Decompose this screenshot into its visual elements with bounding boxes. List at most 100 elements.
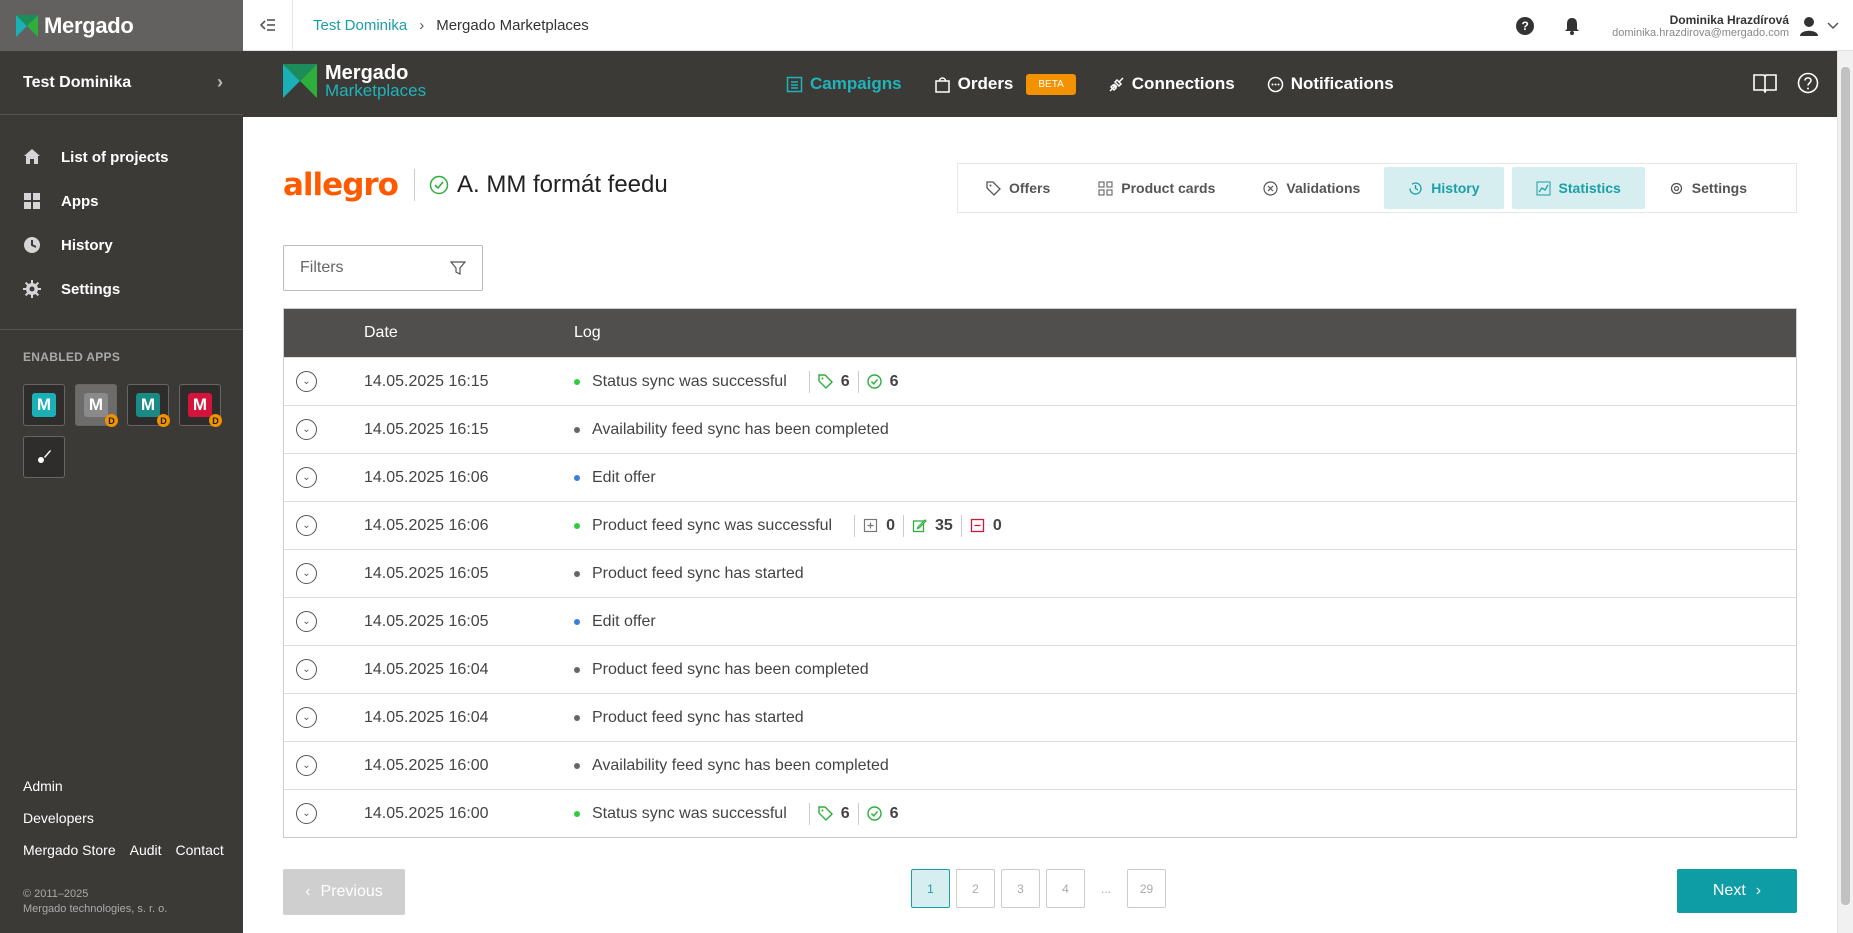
tab-statistics[interactable]: Statistics [1511, 167, 1645, 209]
nav-orders[interactable]: Orders BETA [934, 73, 1076, 95]
breadcrumb: Test Dominika › Mergado Marketplaces [313, 17, 589, 34]
tab-product-cards[interactable]: Product cards [1074, 167, 1239, 209]
table-row[interactable]: ⌄ 14.05.2025 16:05 Edit offer [284, 597, 1796, 645]
nav-notifications[interactable]: Notifications [1267, 74, 1394, 94]
table-row[interactable]: ⌄ 14.05.2025 16:06 Edit offer [284, 453, 1796, 501]
row-log: Product feed sync has started [574, 565, 804, 583]
expand-row-button[interactable]: ⌄ [284, 803, 364, 824]
tab-validations[interactable]: Validations [1239, 167, 1384, 209]
store-link[interactable]: Mergado Store [23, 842, 116, 874]
history-icon [24, 237, 40, 253]
help-circle-icon[interactable] [1797, 72, 1819, 94]
status-dot [574, 474, 580, 481]
help-icon[interactable]: ? [1516, 16, 1535, 35]
page-button[interactable]: 4 [1046, 869, 1085, 908]
edit-icon [912, 518, 927, 533]
developers-link[interactable]: Developers [23, 810, 94, 842]
expand-row-button[interactable]: ⌄ [284, 755, 364, 776]
app-tile-2[interactable]: M D [75, 384, 118, 427]
chevron-right-icon: › [1755, 882, 1762, 899]
expand-row-button[interactable]: ⌄ [284, 611, 364, 632]
app-nav: Campaigns Orders BETA Connections Notifi… [786, 51, 1426, 117]
previous-label: Previous [320, 883, 383, 900]
app-tile-marketplaces[interactable]: M [23, 384, 65, 426]
user-info[interactable]: Dominika Hrazdírová dominika.hrazdirova@… [1612, 13, 1789, 39]
scrollbar-thumb[interactable] [1841, 67, 1850, 905]
sidebar-footer: Admin Developers Mergado Store Audit Con… [23, 778, 224, 874]
page-button[interactable]: 29 [1127, 869, 1166, 908]
chevron-down-circle-icon: ⌄ [296, 515, 317, 536]
tab-history[interactable]: History [1384, 167, 1504, 209]
audit-link[interactable]: Audit [130, 842, 162, 874]
app-tile-3[interactable]: M D [127, 384, 170, 427]
expand-row-button[interactable]: ⌄ [284, 707, 364, 728]
tab-settings[interactable]: Settings [1645, 167, 1771, 209]
sidebar-item-label: Settings [61, 280, 121, 298]
previous-button[interactable]: ‹ Previous [283, 869, 405, 915]
table-row[interactable]: ⌄ 14.05.2025 16:15 Status sync was success… [284, 357, 1796, 405]
enabled-apps: M M D M D M D [23, 384, 223, 478]
stat-value: 35 [935, 516, 953, 534]
table-row[interactable]: ⌄ 14.05.2025 16:05 Product feed sync has s… [284, 549, 1796, 597]
stat-value: 6 [889, 372, 899, 390]
apps-grid-icon [24, 193, 40, 209]
table-row[interactable]: ⌄ 14.05.2025 16:00 Availability feed sync … [284, 741, 1796, 789]
nav-campaigns[interactable]: Campaigns [786, 74, 902, 94]
app-tile-4[interactable]: M D [179, 384, 222, 427]
filters-button[interactable]: Filters [283, 245, 483, 291]
user-email: dominika.hrazdirova@mergado.com [1612, 26, 1789, 39]
mergado-logo[interactable]: Mergado [0, 0, 243, 51]
tab-offers[interactable]: Offers [962, 167, 1074, 209]
nav-connections[interactable]: Connections [1108, 74, 1235, 94]
page-button[interactable]: 1 [911, 869, 950, 908]
project-switcher[interactable]: Test Dominika › [0, 51, 243, 115]
log-text: Status sync was successful [592, 804, 787, 822]
app-tile-tools[interactable] [23, 436, 65, 478]
next-button[interactable]: Next › [1677, 869, 1797, 913]
admin-link[interactable]: Admin [23, 778, 63, 810]
sidebar-item-settings[interactable]: Settings [0, 267, 243, 311]
expand-row-button[interactable]: ⌄ [284, 515, 364, 536]
user-icon[interactable] [1799, 16, 1819, 36]
sidebar: Mergado Test Dominika › List of projects… [0, 0, 243, 933]
marketplaces-logo[interactable]: Mergado Marketplaces [283, 63, 426, 99]
chevron-down-icon[interactable] [1827, 21, 1839, 30]
page-button[interactable]: 2 [956, 869, 995, 908]
expand-row-button[interactable]: ⌄ [284, 467, 364, 488]
chevron-right-icon: › [419, 16, 425, 34]
log-text: Product feed sync has started [592, 564, 804, 582]
app-logo-icon: M [136, 393, 160, 417]
expand-row-button[interactable]: ⌄ [284, 371, 364, 392]
book-icon[interactable] [1753, 73, 1777, 93]
shopping-bag-icon [934, 76, 950, 93]
page-button[interactable]: 3 [1001, 869, 1040, 908]
scrollbar[interactable] [1837, 51, 1853, 933]
app-header-right [1753, 72, 1819, 94]
bell-icon[interactable] [1564, 17, 1580, 35]
collapse-sidebar-button[interactable] [243, 0, 293, 51]
table-row[interactable]: ⌄ 14.05.2025 16:00 Status sync was success… [284, 789, 1796, 837]
expand-row-button[interactable]: ⌄ [284, 659, 364, 680]
breadcrumb-project-link[interactable]: Test Dominika [313, 17, 407, 34]
sidebar-item-list-of-projects[interactable]: List of projects [0, 135, 243, 179]
table-row[interactable]: ⌄ 14.05.2025 16:15 Availability feed sync … [284, 405, 1796, 453]
sidebar-item-apps[interactable]: Apps [0, 179, 243, 223]
status-dot [574, 378, 580, 385]
sidebar-item-history[interactable]: History [0, 223, 243, 267]
chevron-down-circle-icon: ⌄ [296, 803, 317, 824]
status-dot [574, 810, 580, 817]
table-row[interactable]: ⌄ 14.05.2025 16:06 Product feed sync was s… [284, 501, 1796, 549]
stat-value: 0 [992, 516, 1002, 534]
expand-row-button[interactable]: ⌄ [284, 419, 364, 440]
contact-link[interactable]: Contact [176, 842, 224, 874]
log-text: Status sync was successful [592, 372, 787, 390]
tab-label: Settings [1691, 180, 1748, 196]
dev-badge: D [105, 414, 118, 427]
mergado-logo-icon [16, 14, 38, 37]
table-row[interactable]: ⌄ 14.05.2025 16:04 Product feed sync has s… [284, 693, 1796, 741]
add-box-icon [863, 518, 878, 533]
tag-icon [818, 806, 833, 821]
expand-row-button[interactable]: ⌄ [284, 563, 364, 584]
marketplaces-logo-icon [283, 64, 317, 98]
table-row[interactable]: ⌄ 14.05.2025 16:04 Product feed sync has b… [284, 645, 1796, 693]
